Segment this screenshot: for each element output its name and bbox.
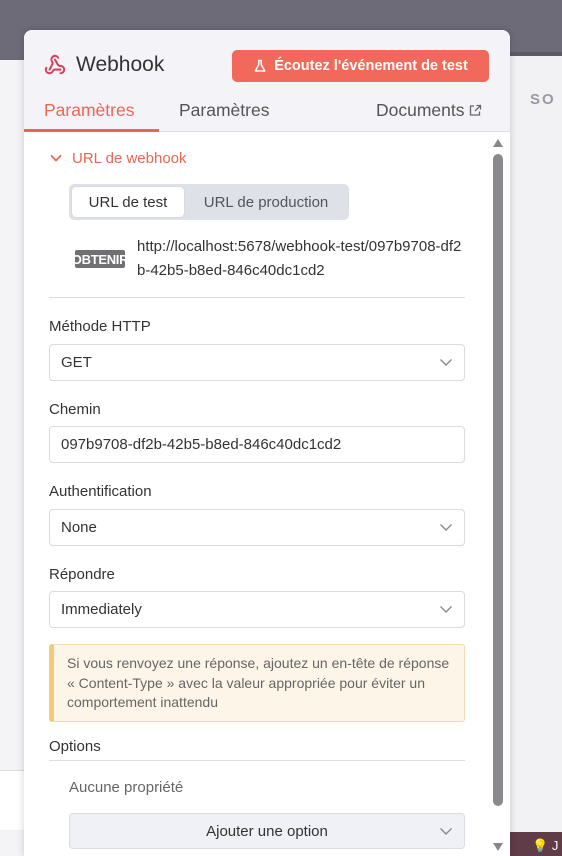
active-tab-indicator [24,129,159,132]
add-option-button[interactable]: Ajouter une option [69,813,465,849]
webhook-url-value[interactable]: http://localhost:5678/webhook-test/097b9… [137,235,467,283]
webhook-url-section-label: URL de webhook [72,150,187,167]
chevron-down-icon [440,606,452,613]
tab-parameters[interactable]: Paramètres [44,100,134,121]
options-divider [49,760,465,761]
no-properties-text: Aucune propriété [69,779,184,796]
http-method-badge: OBTENIR [75,250,125,268]
webhook-url-section-toggle[interactable]: URL de webhook [50,150,187,167]
http-method-value: GET [61,354,92,371]
chevron-down-icon [440,828,452,835]
add-option-label: Ajouter une option [206,822,328,840]
external-link-icon [469,104,481,116]
node-title: Webhook [76,53,165,76]
http-method-badge-text: OBTENIR [75,251,125,267]
canvas-left-footer [0,770,24,830]
canvas-right-footer-text: 💡 J [532,838,558,854]
production-url-option[interactable]: URL de production [185,187,347,217]
tab-docs[interactable]: Documents [376,100,482,121]
output-panel-label: SO [530,91,556,108]
path-value: 097b9708-df2b-42b5-b8ed-846c40dc1cd2 [61,436,342,453]
section-divider [49,297,465,298]
authentication-select[interactable]: None [49,509,465,546]
http-method-label: Méthode HTTP [49,318,151,335]
panel-header: Webhook Écoutez l'événement de test Para… [24,30,510,132]
scroll-down-arrow-icon[interactable] [492,842,504,852]
canvas-right-panel [510,0,562,856]
path-input[interactable]: 097b9708-df2b-42b5-b8ed-846c40dc1cd2 [49,426,465,463]
chevron-down-icon [440,524,452,531]
flask-icon [254,59,266,72]
tab-settings[interactable]: Paramètres [179,100,269,121]
node-settings-panel: Webhook Écoutez l'événement de test Para… [24,30,510,856]
listen-test-event-button[interactable]: Écoutez l'événement de test [232,50,489,82]
webhook-icon [44,54,66,75]
respond-label: Répondre [49,566,115,583]
path-label: Chemin [49,401,101,418]
url-type-toggle: URL de test URL de production [69,184,349,220]
lightbulb-icon: 💡 [532,838,549,853]
tab-docs-label: Documents [376,100,465,120]
scroll-up-arrow-icon[interactable] [492,138,504,148]
authentication-label: Authentification [49,483,152,500]
canvas-right-top [510,0,562,52]
chevron-down-icon [440,359,452,366]
respond-value: Immediately [61,601,142,618]
http-method-select[interactable]: GET [49,344,465,381]
test-url-option[interactable]: URL de test [72,187,184,217]
content-type-notice: Si vous renvoyez une réponse, ajoutez un… [49,644,465,722]
canvas-right-divider [510,52,562,56]
listen-test-event-label: Écoutez l'événement de test [274,58,468,74]
authentication-value: None [61,519,97,536]
scrollbar-thumb[interactable] [493,154,503,806]
canvas-left [0,60,24,856]
respond-select[interactable]: Immediately [49,591,465,628]
chevron-down-icon [50,155,62,162]
options-title: Options [49,738,101,755]
canvas-right-footer-label: J [551,838,559,853]
